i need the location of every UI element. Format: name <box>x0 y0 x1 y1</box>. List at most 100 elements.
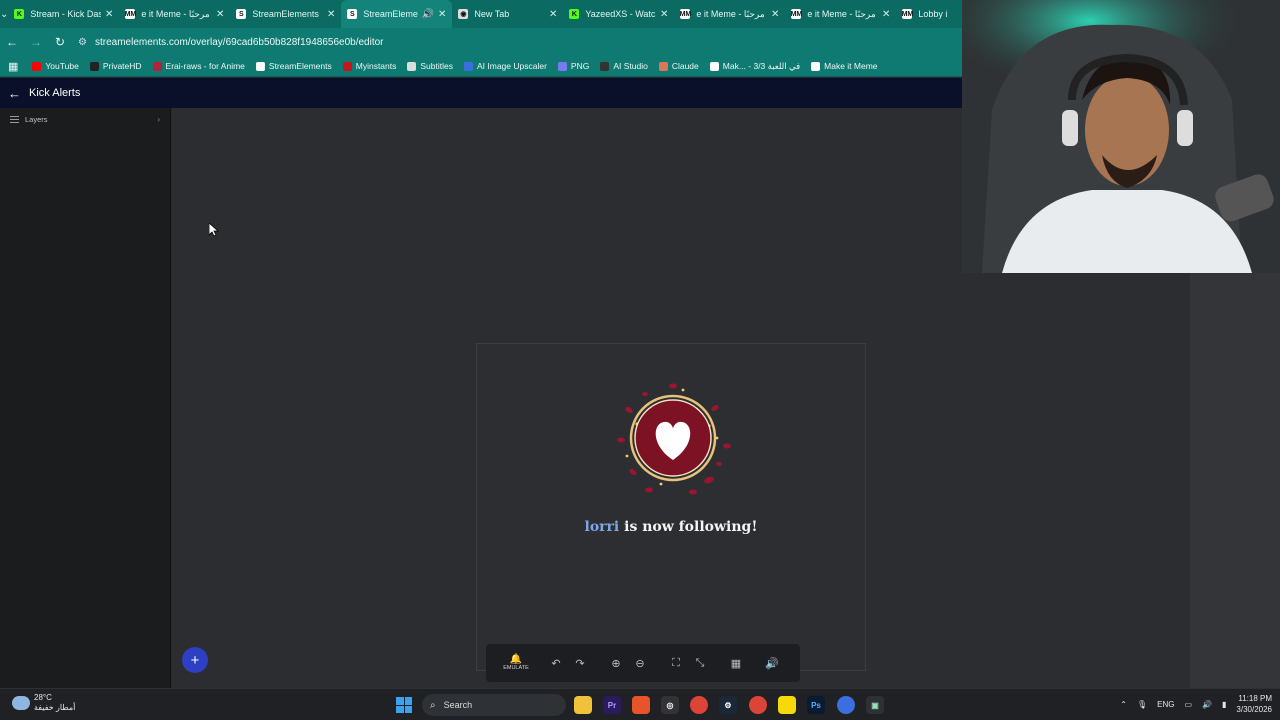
tab-close-icon[interactable]: ✕ <box>105 9 113 20</box>
shrink-icon[interactable]: ⤡ <box>688 651 712 675</box>
layers-toggle[interactable]: Layers › <box>0 108 170 130</box>
volume-icon[interactable]: 🔊 <box>1202 700 1212 709</box>
tab-close-icon[interactable]: ✕ <box>771 9 779 20</box>
browser-tab[interactable]: S StreamElemen 🔊 ✕ <box>341 0 453 28</box>
tab-close-icon[interactable]: ✕ <box>660 9 668 20</box>
browser-tab[interactable]: MM e it Meme - مرحبًا ✕ <box>119 0 230 28</box>
bookmark-item[interactable]: Erai-raws - for Anime <box>152 61 245 72</box>
tab-close-icon[interactable]: ✕ <box>438 9 446 20</box>
tab-favicon-icon: K <box>569 9 580 19</box>
tab-favicon-icon: MM <box>790 9 803 19</box>
bookmark-favicon-icon <box>600 61 610 71</box>
fit-screen-icon[interactable]: ⛶ <box>664 651 688 675</box>
back-arrow-icon[interactable]: ← <box>8 86 21 101</box>
bookmark-label: Claude <box>671 61 699 71</box>
photoshop-icon[interactable]: Ps <box>807 696 825 714</box>
weather-widget[interactable]: 28°C أمطار خفيفة <box>12 693 75 713</box>
bookmark-item[interactable]: YouTube <box>32 61 79 72</box>
zoom-out-icon[interactable]: ⊖ <box>628 651 652 675</box>
bookmark-favicon-icon <box>811 61 821 71</box>
alert-message-text: is now following! <box>624 519 758 535</box>
chevron-right-icon: › <box>157 114 160 124</box>
bookmark-label: Erai-raws - for Anime <box>165 61 245 71</box>
chatgpt-icon[interactable]: ◎ <box>661 696 679 714</box>
streamer-camera-image <box>962 0 1280 273</box>
zoom-in-icon[interactable]: ⊕ <box>604 651 628 675</box>
undo-icon[interactable]: ↶ <box>544 651 568 675</box>
chrome-icon[interactable] <box>690 696 708 714</box>
chevron-up-icon[interactable]: ⌃ <box>1120 700 1127 709</box>
bookmark-label: Subtitles <box>420 61 453 71</box>
bookmark-item[interactable]: Claude <box>658 61 699 72</box>
volume-icon[interactable]: 🔊 <box>760 651 784 675</box>
back-arrow-icon[interactable]: ← <box>0 35 24 49</box>
weather-temp: 28°C <box>34 693 52 702</box>
sticky-notes-icon[interactable] <box>778 696 796 714</box>
microphone-icon[interactable]: 🎙 <box>1137 700 1147 709</box>
bookmark-item[interactable]: StreamElements <box>255 61 332 72</box>
premiere-icon[interactable]: Pr <box>603 696 621 714</box>
bookmark-item[interactable]: PNG <box>557 61 589 72</box>
bookmark-item[interactable]: AI Image Upscaler <box>463 61 547 72</box>
bookmark-favicon-icon <box>152 61 162 71</box>
redo-icon[interactable]: ↷ <box>568 651 592 675</box>
bookmark-item[interactable]: Mak... - 3/3 في اللعبة <box>709 61 800 72</box>
tab-audio-icon[interactable]: 🔊 <box>422 9 434 20</box>
weather-rain-icon <box>12 696 30 710</box>
tab-close-icon[interactable]: ✕ <box>549 9 557 20</box>
apps-grid-icon[interactable]: ▦ <box>8 60 18 73</box>
terminal-icon[interactable]: ▣ <box>866 696 884 714</box>
tab-close-icon[interactable]: ✕ <box>216 9 224 20</box>
emulate-button[interactable]: 🔔 EMULATE <box>494 651 538 675</box>
tab-search-chevron-icon[interactable]: ⌄ <box>0 0 8 28</box>
editor-toolbar: 🔔 EMULATE ↶ ↷ ⊕ ⊖ ⛶ ⤡ ▦ 🔊 <box>486 644 800 682</box>
add-widget-button[interactable]: + <box>182 647 208 673</box>
browser-tab[interactable]: ◉ New Tab ✕ <box>452 0 563 28</box>
bookmark-item[interactable]: AI Studio <box>600 61 648 72</box>
tab-title: Stream - Kick Das <box>30 9 101 19</box>
browser-tab[interactable]: S StreamElements ✕ <box>230 0 341 28</box>
tab-title: StreamElements <box>252 9 319 19</box>
bookmark-item[interactable]: Subtitles <box>407 61 453 72</box>
layers-sidebar: Layers › <box>0 108 171 688</box>
bookmark-list: YouTube PrivateHD Erai-raws - for Anime Str… <box>32 61 888 72</box>
battery-icon[interactable]: ▮ <box>1222 700 1226 709</box>
bookmark-item[interactable]: PrivateHD <box>89 61 142 72</box>
tab-favicon-icon: S <box>236 9 247 19</box>
bookmark-favicon-icon <box>255 61 265 71</box>
bookmark-item[interactable]: Make it Meme <box>811 61 878 72</box>
taskbar-search[interactable]: ⌕ Search <box>422 694 566 716</box>
tab-favicon-icon: MM <box>901 9 914 19</box>
tab-close-icon[interactable]: ✕ <box>882 9 890 20</box>
system-tray: ⌃ 🎙 ENG ▭ 🔊 ▮ 11:18 PM 3/30/2026 <box>1110 693 1272 715</box>
forward-arrow-icon[interactable]: → <box>24 35 48 49</box>
search-icon: ⌕ <box>430 699 436 711</box>
browser-tab[interactable]: K YazeedXS - Watch ✕ <box>563 0 674 28</box>
browser-tab[interactable]: K Stream - Kick Das ✕ <box>8 0 119 28</box>
tab-close-icon[interactable]: ✕ <box>327 9 335 20</box>
bookmark-item[interactable]: Myinstants <box>342 61 396 72</box>
bookmark-label: AI Studio <box>613 61 648 71</box>
reload-icon[interactable]: ↻ <box>48 35 72 49</box>
bookmark-label: PrivateHD <box>102 61 142 71</box>
chrome-active-icon[interactable] <box>749 696 767 714</box>
browser-app-icon[interactable] <box>837 696 855 714</box>
bookmark-favicon-icon <box>709 61 719 71</box>
grid-icon[interactable]: ▦ <box>724 651 748 675</box>
windows-start-icon[interactable] <box>396 697 412 713</box>
alert-widget-preview[interactable]: lorri is now following! <box>476 343 866 671</box>
browser-tab[interactable]: MM e it Meme - مرحبًا ✕ <box>674 0 785 28</box>
steam-icon[interactable]: ⚙ <box>719 696 737 714</box>
file-explorer-icon[interactable] <box>574 696 592 714</box>
browser-tab[interactable]: MM e it Meme - مرحبًا ✕ <box>785 0 896 28</box>
brave-icon[interactable] <box>632 696 650 714</box>
windows-taskbar: 28°C أمطار خفيفة ⌕ Search Pr ◎ ⚙ Ps ▣ ⌃ … <box>0 688 1280 720</box>
bookmark-favicon-icon <box>32 61 42 71</box>
bookmark-label: Make it Meme <box>824 61 878 71</box>
url-field[interactable]: ⚙ streamelements.com/overlay/69cad6b50b8… <box>78 37 384 48</box>
site-info-icon[interactable]: ⚙ <box>78 37 87 48</box>
tab-title: e it Meme - مرحبًا <box>807 8 876 19</box>
display-icon[interactable]: ▭ <box>1184 700 1192 709</box>
clock[interactable]: 11:18 PM 3/30/2026 <box>1236 693 1272 715</box>
language-indicator[interactable]: ENG <box>1157 700 1174 709</box>
